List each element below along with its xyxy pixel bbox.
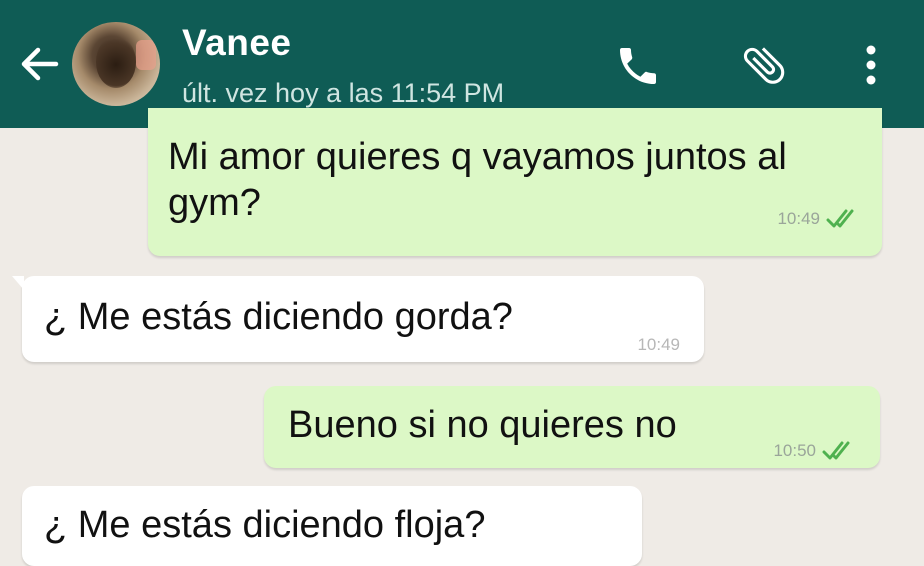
bubble-tail: [12, 276, 24, 290]
message-time: 10:50: [773, 441, 816, 460]
message-meta: 10:49: [637, 320, 680, 370]
incoming-message[interactable]: ¿ Me estás diciendo floja?: [22, 486, 642, 566]
double-check-icon: [822, 441, 850, 460]
message-meta: 10:49: [777, 194, 860, 244]
contact-info[interactable]: Vanee últ. vez hoy a las 11:54 PM: [182, 22, 504, 110]
outgoing-message[interactable]: Bueno si no quieres no 10:50: [264, 386, 880, 468]
phone-icon[interactable]: [612, 42, 664, 90]
message-text-line: Mi amor quieres q vayamos juntos al: [168, 136, 787, 178]
message-meta: 10:50: [773, 426, 856, 476]
message-text: ¿ Me estás diciendo floja?: [44, 504, 486, 546]
message-text: Bueno si no quieres no: [288, 404, 677, 446]
last-seen-status: últ. vez hoy a las 11:54 PM: [182, 78, 505, 108]
message-time: 10:49: [777, 209, 820, 228]
outgoing-message[interactable]: Mi amor quieres q vayamos juntos al gym?…: [148, 108, 882, 256]
back-arrow-icon[interactable]: [16, 44, 64, 84]
paperclip-icon[interactable]: [736, 40, 792, 90]
double-check-icon: [826, 209, 854, 228]
message-text-line: gym?: [168, 182, 261, 224]
contact-name: Vanee: [182, 22, 292, 63]
message-list[interactable]: Mi amor quieres q vayamos juntos al gym?…: [0, 108, 924, 566]
avatar[interactable]: [72, 22, 160, 106]
message-text: ¿ Me estás diciendo gorda?: [44, 296, 513, 338]
more-vert-icon[interactable]: [858, 40, 884, 90]
incoming-message[interactable]: ¿ Me estás diciendo gorda? 10:49: [12, 276, 704, 362]
message-time: 10:49: [637, 335, 680, 354]
